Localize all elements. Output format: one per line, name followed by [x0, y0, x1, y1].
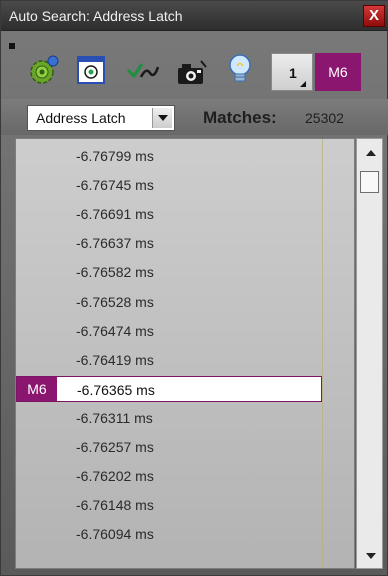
- gear-icon[interactable]: [27, 53, 61, 87]
- close-button[interactable]: X: [363, 5, 385, 27]
- list-item[interactable]: -6.76582 ms: [16, 259, 322, 285]
- list-item-time: -6.76365 ms: [77, 381, 155, 398]
- check-wave-icon[interactable]: [125, 53, 160, 87]
- counter-value: 1: [289, 65, 297, 81]
- window-icon[interactable]: [77, 56, 105, 84]
- bulb-icon[interactable]: [223, 52, 257, 86]
- list-item-selected[interactable]: M6 -6.76365 ms: [16, 375, 322, 402]
- list-item-time: -6.76745 ms: [76, 177, 154, 194]
- grip-icon[interactable]: [9, 43, 15, 49]
- list-item[interactable]: -6.76637 ms: [16, 230, 322, 256]
- auto-search-window: Auto Search: Address Latch X 1 M6 Addres…: [0, 0, 388, 576]
- matches-label: Matches:: [203, 108, 277, 127]
- marker-button[interactable]: M6: [315, 53, 361, 91]
- list-item-time: -6.76419 ms: [76, 351, 154, 368]
- list-item[interactable]: -6.76691 ms: [16, 201, 322, 227]
- list-item[interactable]: -6.76474 ms: [16, 318, 322, 344]
- list-divider: [322, 139, 323, 568]
- list-item[interactable]: -6.76311 ms: [16, 405, 322, 431]
- list-item[interactable]: -6.76094 ms: [16, 521, 322, 547]
- list-item[interactable]: -6.76202 ms: [16, 463, 322, 489]
- title-bar[interactable]: Auto Search: Address Latch X: [1, 1, 388, 31]
- list-item[interactable]: -6.76745 ms: [16, 172, 322, 198]
- list-item[interactable]: -6.76257 ms: [16, 434, 322, 460]
- scroll-down-icon[interactable]: [366, 553, 376, 559]
- scroll-up-icon[interactable]: [366, 150, 376, 156]
- list-item-time: -6.76311 ms: [76, 409, 153, 426]
- list-item-time: -6.76691 ms: [76, 206, 154, 223]
- search-type-value: Address Latch: [36, 110, 126, 126]
- window-title: Auto Search: Address Latch: [9, 8, 183, 24]
- list-item[interactable]: -6.76419 ms: [16, 347, 322, 373]
- list-item[interactable]: -6.76528 ms: [16, 289, 322, 315]
- corner-triangle-icon: [300, 81, 306, 87]
- list-item-time: -6.76582 ms: [76, 264, 154, 281]
- camera-icon[interactable]: [175, 57, 209, 91]
- list-item-time: -6.76637 ms: [76, 235, 154, 252]
- list-item[interactable]: -6.76799 ms: [16, 143, 322, 169]
- matches-count: 25302: [305, 110, 344, 126]
- scroll-thumb[interactable]: [360, 171, 379, 193]
- scrollbar[interactable]: [356, 138, 383, 569]
- results-list[interactable]: -6.76799 ms -6.76745 ms -6.76691 ms -6.7663…: [15, 138, 355, 569]
- search-type-select[interactable]: Address Latch: [27, 105, 175, 131]
- list-item-time: -6.76257 ms: [76, 439, 154, 455]
- bookmark-counter[interactable]: 1: [271, 53, 313, 91]
- list-item-time: -6.76148 ms: [76, 497, 154, 514]
- list-item-time: -6.76528 ms: [76, 293, 154, 310]
- list-item-time: -6.76799 ms: [76, 148, 154, 164]
- list-item-time: -6.76202 ms: [76, 468, 154, 485]
- list-item-time: -6.76094 ms: [76, 526, 154, 543]
- list-item-time: -6.76474 ms: [76, 322, 154, 339]
- chevron-down-icon[interactable]: [152, 108, 172, 128]
- list-item[interactable]: -6.76148 ms: [16, 492, 322, 518]
- marker-badge: M6: [17, 376, 57, 401]
